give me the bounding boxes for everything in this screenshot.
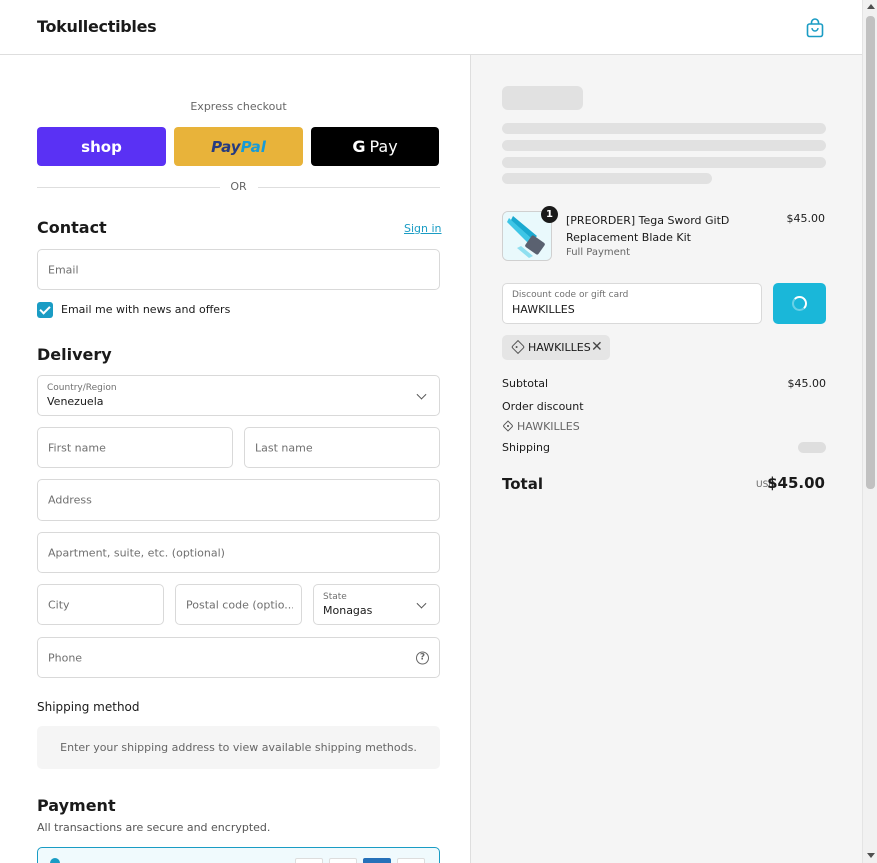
first-name-field[interactable]: First name <box>37 427 233 468</box>
state-value: Monagas <box>323 604 373 617</box>
google-g-icon: G <box>352 137 366 156</box>
newsletter-label: Email me with news and offers <box>61 303 231 316</box>
shipping-method-notice: Enter your shipping address to view avai… <box>37 726 440 769</box>
address-field[interactable]: Address <box>37 479 440 521</box>
product-variant: Full Payment <box>566 247 631 258</box>
shipping-loading-skeleton <box>798 442 826 453</box>
shopping-bag-icon[interactable] <box>806 18 824 38</box>
country-value: Venezuela <box>47 395 104 408</box>
state-label: State <box>323 592 347 602</box>
shop-pay-button[interactable]: shop <box>37 127 166 166</box>
loading-skeleton-line <box>502 173 712 184</box>
applied-discount-code: HAWKILLES <box>528 341 591 354</box>
order-summary: 1 [PREORDER] Tega Sword GitD Replacement… <box>470 55 862 863</box>
email-field[interactable]: Email <box>37 249 440 290</box>
postal-code-placeholder: Postal code (optio... <box>186 598 293 611</box>
scroll-up-arrow-icon[interactable] <box>867 4 875 9</box>
paypal-label-part2: Pal <box>240 137 266 156</box>
sign-in-link[interactable]: Sign in <box>404 222 442 235</box>
shipping-method-title: Shipping method <box>37 700 140 714</box>
divider-line-right <box>258 187 440 188</box>
apartment-placeholder: Apartment, suite, etc. (optional) <box>48 546 225 559</box>
newsletter-checkbox[interactable] <box>37 302 53 318</box>
phone-field[interactable]: Phone ? <box>37 637 440 678</box>
delivery-title: Delivery <box>37 345 112 364</box>
first-name-placeholder: First name <box>48 441 106 454</box>
or-divider: OR <box>37 180 440 194</box>
order-discount-row: Order discount <box>502 400 826 413</box>
store-brand[interactable]: Tokullectibles <box>37 17 157 36</box>
last-name-field[interactable]: Last name <box>244 427 440 468</box>
credit-card-option[interactable] <box>37 847 440 863</box>
loading-skeleton-line <box>502 157 826 168</box>
shipping-row: Shipping <box>502 441 826 454</box>
google-pay-button[interactable]: G Pay <box>311 127 439 166</box>
email-placeholder: Email <box>48 263 79 276</box>
google-pay-label: Pay <box>369 137 398 156</box>
checkout-form: Express checkout shop Pay Pal G Pay OR Con… <box>0 55 470 863</box>
product-price: $45.00 <box>786 212 826 225</box>
tag-icon <box>510 339 526 355</box>
scroll-thumb[interactable] <box>866 16 875 489</box>
discount-value: HAWKILLES <box>512 303 575 316</box>
city-placeholder: City <box>48 598 70 611</box>
help-icon[interactable]: ? <box>416 651 429 664</box>
tag-icon <box>502 420 514 432</box>
quantity-badge: 1 <box>541 206 558 223</box>
apply-discount-button[interactable] <box>773 283 826 324</box>
paypal-button[interactable]: Pay Pal <box>174 127 303 166</box>
country-select[interactable]: Country/Region Venezuela <box>37 375 440 416</box>
order-discount-label: Order discount <box>502 400 584 413</box>
contact-title: Contact <box>37 218 107 237</box>
subtotal-label: Subtotal <box>502 377 549 390</box>
product-name: [PREORDER] Tega Sword GitD Replacement B… <box>566 214 730 244</box>
visa-icon <box>295 858 323 863</box>
country-label: Country/Region <box>47 383 117 393</box>
chevron-down-icon <box>416 389 427 400</box>
amex-icon <box>363 858 391 863</box>
scroll-down-arrow-icon[interactable] <box>867 853 875 858</box>
shop-pay-label: shop <box>81 137 122 156</box>
apartment-field[interactable]: Apartment, suite, etc. (optional) <box>37 532 440 573</box>
subtotal-value: $45.00 <box>787 377 827 390</box>
loading-spinner-icon <box>792 296 807 311</box>
more-cards-icon <box>397 858 425 863</box>
discount-code-field[interactable]: Discount code or gift card HAWKILLES <box>502 283 762 324</box>
subtotal-row: Subtotal $45.00 <box>502 377 826 390</box>
postal-code-field[interactable]: Postal code (optio... <box>175 584 302 625</box>
shipping-label: Shipping <box>502 441 550 454</box>
header: Tokullectibles <box>0 0 862 55</box>
remove-discount-close-icon[interactable]: ✕ <box>591 339 603 355</box>
chevron-down-icon <box>416 598 427 609</box>
order-discount-code: HAWKILLES <box>517 420 580 433</box>
applied-discount-chip: HAWKILLES ✕ <box>502 335 610 360</box>
total-value: $45.00 <box>767 474 825 492</box>
discount-label: Discount code or gift card <box>512 290 629 300</box>
loading-skeleton-title <box>502 86 583 110</box>
radio-selected-icon <box>50 858 60 863</box>
last-name-placeholder: Last name <box>255 441 313 454</box>
payment-subtitle: All transactions are secure and encrypte… <box>37 821 271 834</box>
loading-skeleton-line <box>502 140 826 151</box>
mastercard-icon <box>329 858 357 863</box>
express-checkout-label: Express checkout <box>190 100 287 113</box>
paypal-label-part1: Pay <box>211 137 241 156</box>
city-field[interactable]: City <box>37 584 164 625</box>
loading-skeleton-line <box>502 123 826 134</box>
page-scrollbar[interactable] <box>862 0 877 863</box>
payment-title: Payment <box>37 796 116 815</box>
state-select[interactable]: State Monagas <box>313 584 440 625</box>
phone-placeholder: Phone <box>48 651 83 664</box>
address-placeholder: Address <box>48 493 92 507</box>
total-label: Total <box>502 475 543 493</box>
